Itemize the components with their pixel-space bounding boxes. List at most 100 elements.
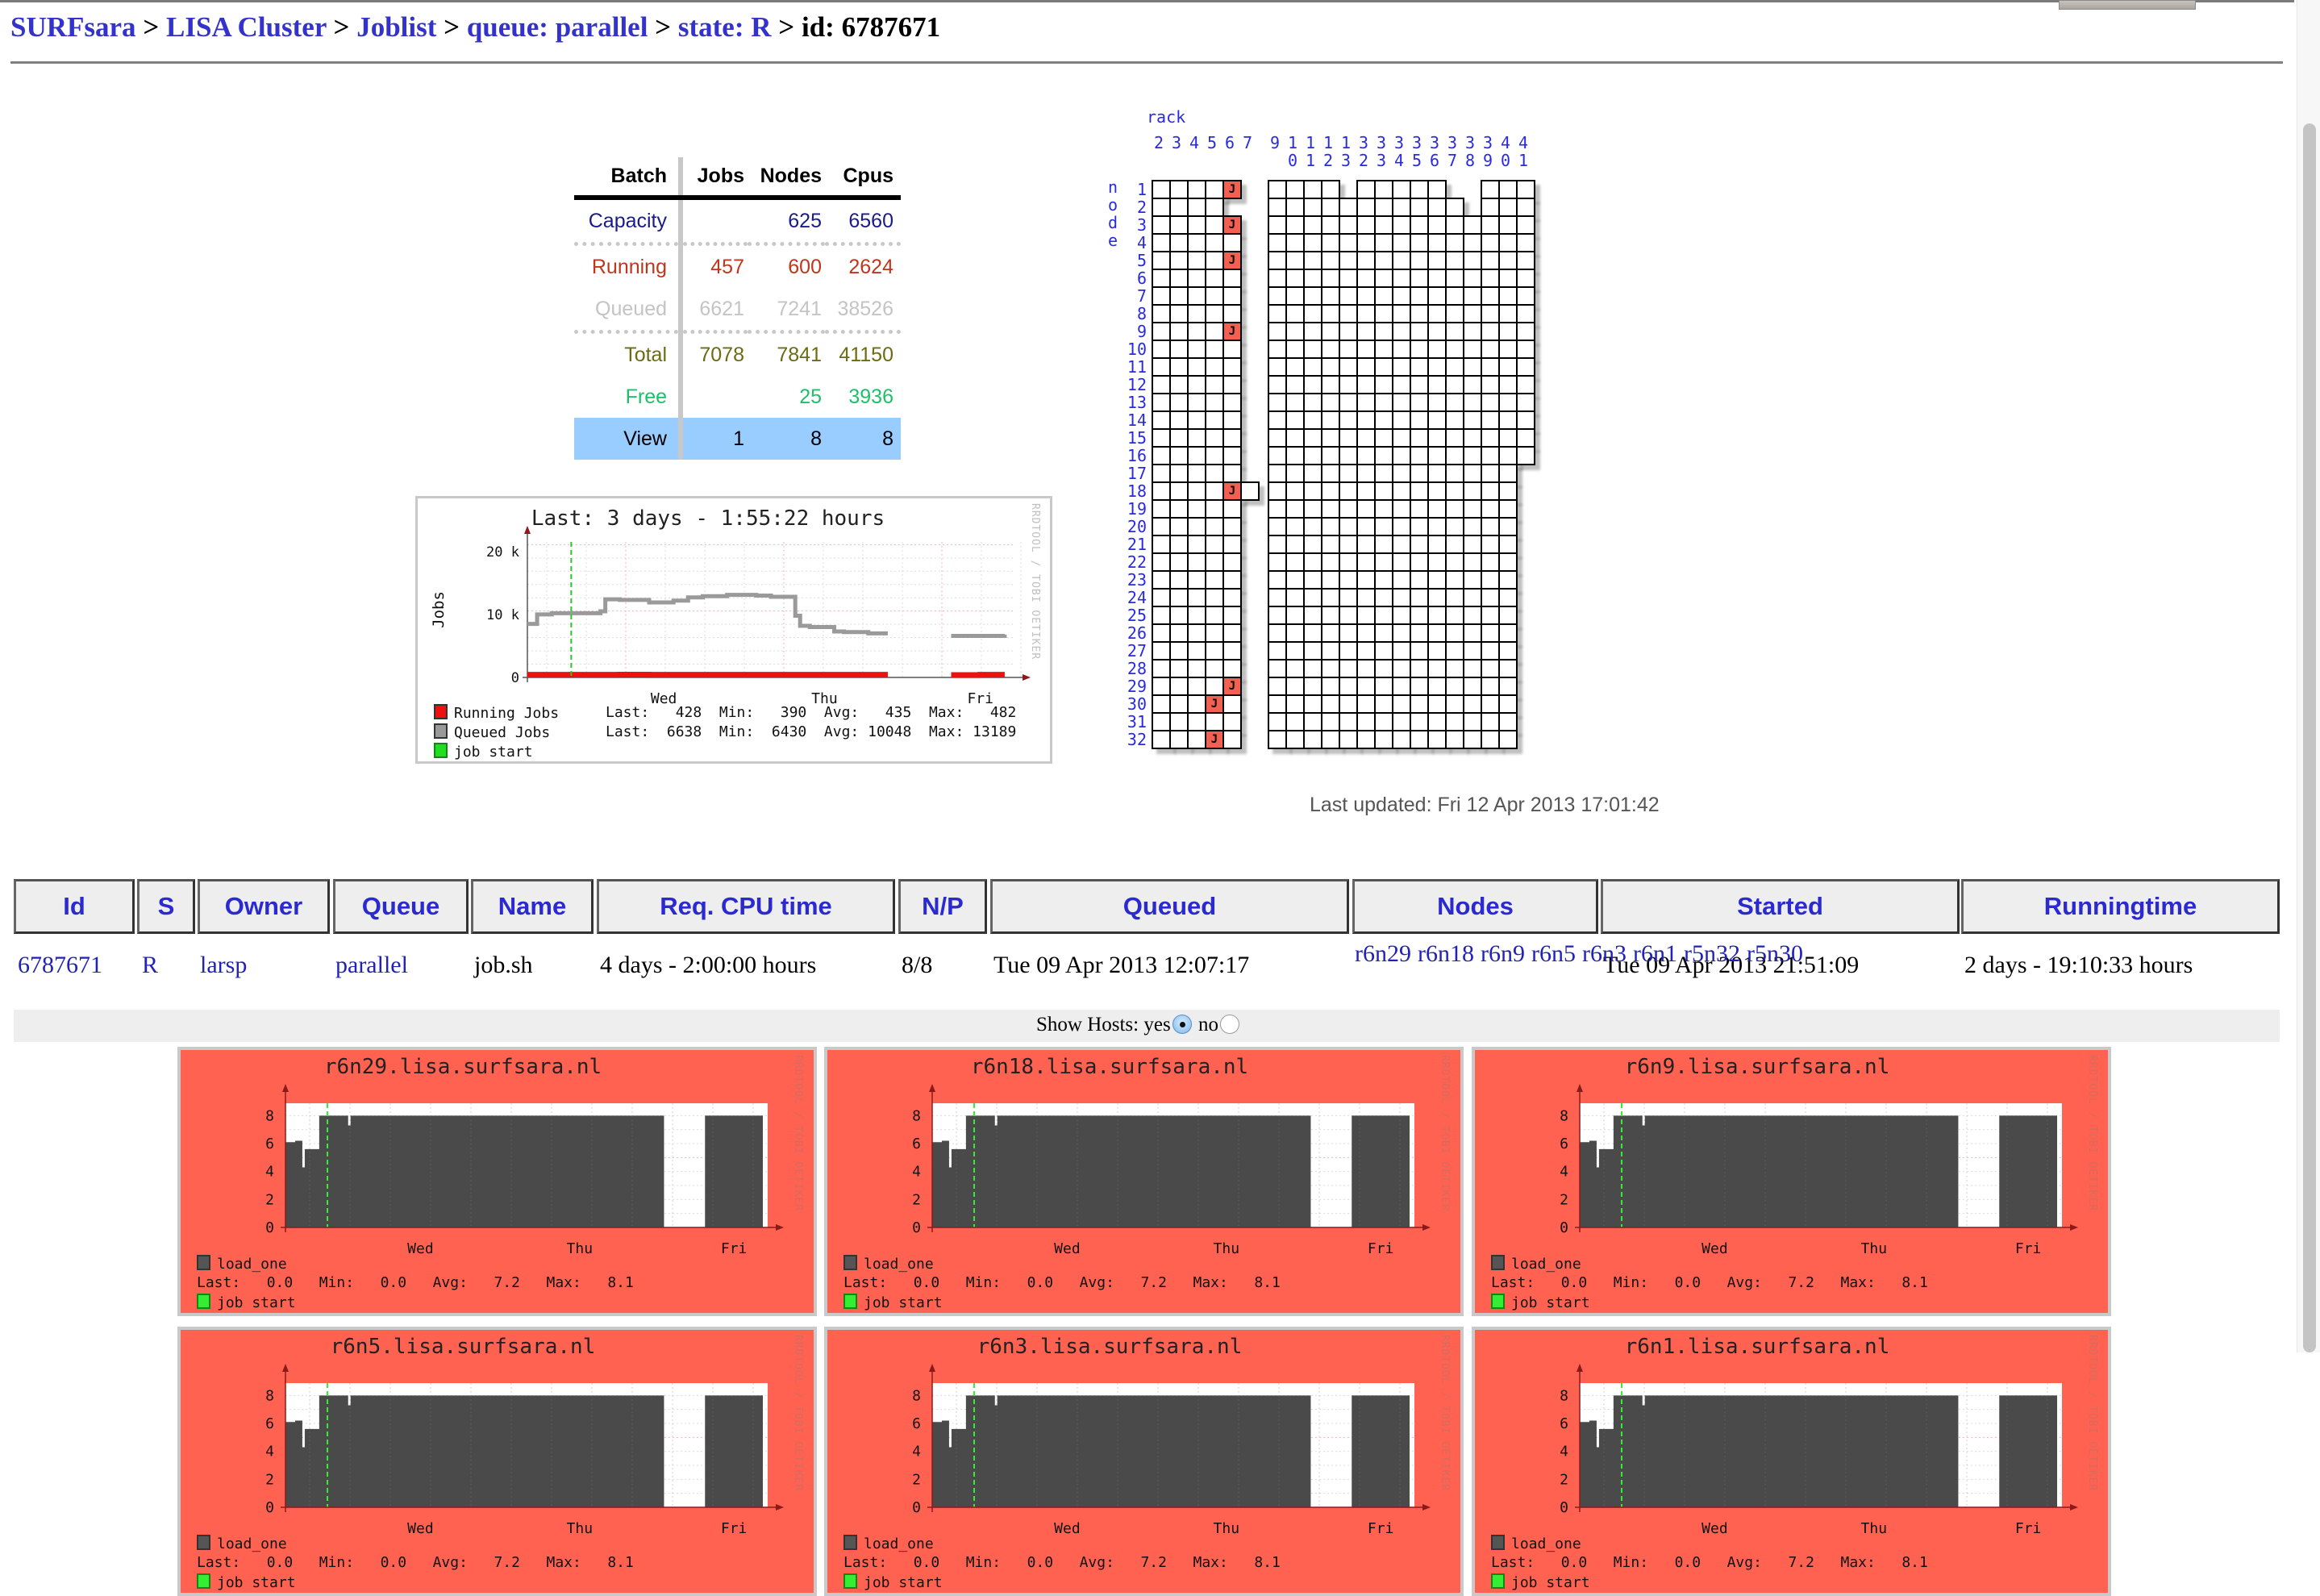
- rack-node-cell[interactable]: [1427, 180, 1447, 199]
- rack-node-cell[interactable]: [1321, 340, 1340, 359]
- rack-node-cell[interactable]: [1268, 198, 1287, 217]
- rack-node-cell[interactable]: [1222, 428, 1242, 448]
- rack-node-cell[interactable]: [1481, 410, 1500, 430]
- rack-node-cell[interactable]: [1187, 535, 1206, 554]
- rack-node-cell[interactable]: [1339, 446, 1358, 465]
- rack-node-cell[interactable]: [1187, 269, 1206, 288]
- rack-node-cell[interactable]: [1169, 623, 1189, 643]
- rack-node-cell[interactable]: [1410, 499, 1429, 519]
- rack-node-cell[interactable]: [1222, 269, 1242, 288]
- node-link[interactable]: r5n30: [1747, 940, 1803, 967]
- rack-node-cell[interactable]: [1445, 517, 1464, 536]
- job-cell-id[interactable]: 6787671: [18, 952, 102, 979]
- rack-node-cell[interactable]: [1445, 588, 1464, 607]
- rack-node-cell[interactable]: [1445, 198, 1464, 217]
- rack-node-cell[interactable]: [1187, 517, 1206, 536]
- rack-node-cell[interactable]: [1356, 393, 1376, 412]
- rack-node-cell[interactable]: [1321, 570, 1340, 590]
- rack-node-cell[interactable]: [1205, 659, 1224, 678]
- rack-node-cell[interactable]: [1463, 410, 1482, 430]
- rack-node-cell[interactable]: [1463, 677, 1482, 696]
- rack-node-cell[interactable]: [1321, 198, 1340, 217]
- rack-node-cell[interactable]: [1498, 712, 1518, 731]
- rack-node-cell[interactable]: [1285, 694, 1305, 714]
- rack-node-cell[interactable]: [1427, 357, 1447, 377]
- rack-node-cell[interactable]: [1339, 677, 1358, 696]
- rack-node-cell[interactable]: [1268, 215, 1287, 235]
- rack-node-cell[interactable]: [1481, 623, 1500, 643]
- rack-node-cell[interactable]: [1463, 552, 1482, 572]
- rack-node-cell[interactable]: [1321, 410, 1340, 430]
- rack-node-cell[interactable]: [1374, 677, 1393, 696]
- rack-node-cell[interactable]: [1356, 428, 1376, 448]
- rack-node-cell[interactable]: [1152, 428, 1171, 448]
- rack-node-cell[interactable]: [1222, 588, 1242, 607]
- rack-node-cell[interactable]: [1268, 375, 1287, 394]
- rack-node-cell[interactable]: [1445, 481, 1464, 501]
- rack-node-cell[interactable]: [1187, 481, 1206, 501]
- breadcrumb-surfsara[interactable]: SURFsara: [10, 11, 136, 43]
- rack-node-cell[interactable]: [1392, 694, 1411, 714]
- rack-node-cell[interactable]: [1356, 677, 1376, 696]
- rack-node-cell[interactable]: [1169, 269, 1189, 288]
- rack-node-cell[interactable]: [1392, 712, 1411, 731]
- host-graph-panel[interactable]: r6n9.lisa.surfsara.nlRRDTOOL / TOBI OETI…: [1472, 1047, 2111, 1316]
- rack-node-cell[interactable]: [1427, 375, 1447, 394]
- rack-node-cell[interactable]: [1427, 570, 1447, 590]
- rack-node-cell[interactable]: [1481, 552, 1500, 572]
- rack-node-cell[interactable]: [1321, 375, 1340, 394]
- rack-node-cell[interactable]: [1427, 340, 1447, 359]
- rack-node-cell[interactable]: [1356, 233, 1376, 252]
- rack-node-cell[interactable]: [1205, 340, 1224, 359]
- rack-node-cell[interactable]: [1169, 393, 1189, 412]
- rack-node-cell[interactable]: [1516, 428, 1535, 448]
- rack-node-cell[interactable]: [1463, 269, 1482, 288]
- job-cell-owner[interactable]: larsp: [200, 952, 247, 979]
- rack-node-cell[interactable]: [1152, 375, 1171, 394]
- rack-node-cell[interactable]: [1303, 694, 1322, 714]
- rack-node-cell[interactable]: [1481, 570, 1500, 590]
- rack-node-cell[interactable]: [1268, 535, 1287, 554]
- rack-node-cell[interactable]: [1339, 641, 1358, 660]
- rack-node-cell[interactable]: [1169, 357, 1189, 377]
- rack-node-cell[interactable]: [1187, 694, 1206, 714]
- rack-node-cell[interactable]: [1222, 659, 1242, 678]
- breadcrumb-lisa-cluster[interactable]: LISA Cluster: [166, 11, 327, 43]
- rack-node-cell[interactable]: [1152, 481, 1171, 501]
- rack-node-cell[interactable]: [1427, 393, 1447, 412]
- rack-node-cell[interactable]: [1498, 180, 1518, 199]
- rack-node-cell[interactable]: [1410, 269, 1429, 288]
- rack-node-cell[interactable]: [1481, 464, 1500, 483]
- rack-node-cell[interactable]: [1498, 269, 1518, 288]
- rack-node-cell[interactable]: [1187, 410, 1206, 430]
- rack-node-cell[interactable]: [1321, 233, 1340, 252]
- rack-node-cell[interactable]: [1187, 251, 1206, 270]
- rack-node-cell-job[interactable]: J: [1222, 677, 1242, 696]
- rack-node-cell[interactable]: [1374, 570, 1393, 590]
- rack-node-cell[interactable]: [1374, 641, 1393, 660]
- rack-node-cell[interactable]: [1303, 215, 1322, 235]
- rack-node-cell[interactable]: [1268, 269, 1287, 288]
- rack-node-cell[interactable]: [1498, 215, 1518, 235]
- rack-node-cell[interactable]: [1152, 677, 1171, 696]
- rack-node-cell[interactable]: [1152, 304, 1171, 323]
- rack-node-cell[interactable]: [1463, 375, 1482, 394]
- rack-node-cell[interactable]: [1339, 215, 1358, 235]
- rack-node-cell[interactable]: [1445, 641, 1464, 660]
- rack-node-cell[interactable]: [1268, 570, 1287, 590]
- rack-node-cell[interactable]: [1303, 641, 1322, 660]
- rack-node-cell[interactable]: [1516, 446, 1535, 465]
- rack-node-cell-job[interactable]: J: [1222, 215, 1242, 235]
- rack-node-cell[interactable]: [1410, 694, 1429, 714]
- rack-node-cell[interactable]: [1410, 233, 1429, 252]
- column-header-owner[interactable]: Owner: [198, 879, 330, 934]
- rack-node-cell[interactable]: [1410, 198, 1429, 217]
- rack-node-cell[interactable]: [1392, 428, 1411, 448]
- rack-node-cell[interactable]: [1222, 712, 1242, 731]
- rack-node-cell[interactable]: [1356, 535, 1376, 554]
- host-graph-panel[interactable]: r6n3.lisa.surfsara.nlRRDTOOL / TOBI OETI…: [824, 1327, 1464, 1596]
- rack-node-cell[interactable]: [1445, 570, 1464, 590]
- rack-node-cell[interactable]: [1205, 677, 1224, 696]
- rack-node-cell[interactable]: [1374, 180, 1393, 199]
- rack-node-cell[interactable]: [1187, 375, 1206, 394]
